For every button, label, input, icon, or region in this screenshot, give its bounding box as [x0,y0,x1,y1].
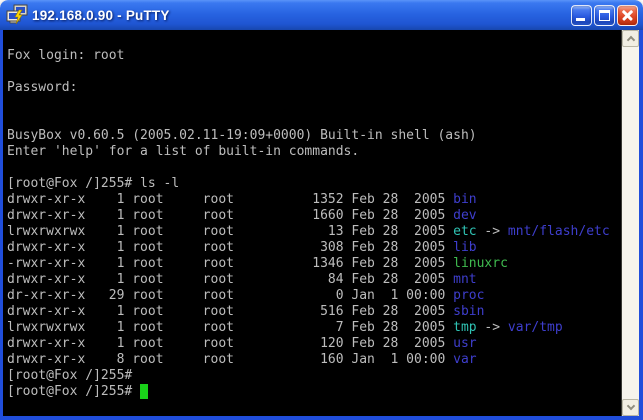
terminal-line: drwxr-xr-x 1 root root 1660 Feb 28 2005 … [7,208,621,224]
terminal-line: Enter 'help' for a list of built-in comm… [7,144,621,160]
terminal-line: drwxr-xr-x 1 root root 308 Feb 28 2005 l… [7,240,621,256]
terminal-text: dr-xr-xr-x 29 root root 0 Jan 1 00:00 [7,288,453,303]
scroll-up-button[interactable] [622,30,639,47]
chevron-up-icon [627,36,635,44]
terminal-line: dr-xr-xr-x 29 root root 0 Jan 1 00:00 pr… [7,288,621,304]
window-title: 192.168.0.90 - PuTTY [32,8,571,23]
scroll-down-button[interactable] [622,399,639,416]
terminal-line [7,112,621,128]
putty-window: 192.168.0.90 - PuTTY Fox login: root Pass… [0,0,643,420]
terminal-line: BusyBox v0.60.5 (2005.02.11-19:09+0000) … [7,128,621,144]
terminal-line: drwxr-xr-x 1 root root 516 Feb 28 2005 s… [7,304,621,320]
minimize-button[interactable] [571,5,592,26]
terminal-text: tmp [453,320,476,335]
terminal-text: -rwxr-xr-x 1 root root 1346 Feb 28 2005 [7,256,453,271]
terminal-line: drwxr-xr-x 1 root root 1352 Feb 28 2005 … [7,192,621,208]
chevron-down-icon [627,402,635,410]
window-controls [571,5,638,26]
terminal-line: lrwxrwxrwx 1 root root 7 Feb 28 2005 tmp… [7,320,621,336]
terminal-text: Enter 'help' for a list of built-in comm… [7,144,359,159]
terminal-line [7,64,621,80]
terminal-text: [root@Fox /]255# [7,384,140,399]
putty-app-icon[interactable] [6,4,28,26]
terminal-line: -rwxr-xr-x 1 root root 1346 Feb 28 2005 … [7,256,621,272]
terminal-line: drwxr-xr-x 1 root root 84 Feb 28 2005 mn… [7,272,621,288]
minimize-icon [576,18,585,21]
terminal-text: mnt [453,272,476,287]
terminal-screen[interactable]: Fox login: root Password: BusyBox v0.60.5 … [3,30,621,416]
terminal-text: usr [453,336,476,351]
terminal-text: drwxr-xr-x 1 root root 1660 Feb 28 2005 [7,208,453,223]
terminal-text: var/tmp [508,320,563,335]
maximize-button[interactable] [594,5,615,26]
close-icon [618,6,637,25]
terminal-text: lib [453,240,476,255]
terminal-text: proc [453,288,484,303]
terminal-text: [root@Fox /]255# [7,368,132,383]
terminal-line: Password: [7,80,621,96]
terminal-text: bin [453,192,476,207]
terminal-line: drwxr-xr-x 8 root root 160 Jan 1 00:00 v… [7,352,621,368]
terminal-line: lrwxrwxrwx 1 root root 13 Feb 28 2005 et… [7,224,621,240]
terminal-text: drwxr-xr-x 1 root root 120 Feb 28 2005 [7,336,453,351]
terminal-text: lrwxrwxrwx 1 root root 13 Feb 28 2005 [7,224,453,239]
terminal-text: mnt/flash/etc [508,224,610,239]
terminal-text: drwxr-xr-x 8 root root 160 Jan 1 00:00 [7,352,453,367]
terminal-text: var [453,352,476,367]
terminal-text: drwxr-xr-x 1 root root 84 Feb 28 2005 [7,272,453,287]
terminal-line [7,96,621,112]
terminal-text: Fox login: root [7,48,124,63]
window-body: Fox login: root Password: BusyBox v0.60.5 … [0,30,643,420]
scrollbar[interactable] [621,30,639,416]
terminal-line [7,400,621,416]
terminal-text: Password: [7,80,77,95]
terminal-text: -> [477,224,508,239]
terminal-text: drwxr-xr-x 1 root root 1352 Feb 28 2005 [7,192,453,207]
terminal-text: sbin [453,304,484,319]
terminal-text: linuxrc [453,256,508,271]
terminal-text: drwxr-xr-x 1 root root 308 Feb 28 2005 [7,240,453,255]
close-button[interactable] [617,5,638,26]
terminal-text: dev [453,208,476,223]
terminal-text: etc [453,224,476,239]
titlebar[interactable]: 192.168.0.90 - PuTTY [0,0,643,30]
terminal-line: drwxr-xr-x 1 root root 120 Feb 28 2005 u… [7,336,621,352]
terminal-text: drwxr-xr-x 1 root root 516 Feb 28 2005 [7,304,453,319]
terminal-text: lrwxrwxrwx 1 root root 7 Feb 28 2005 [7,320,453,335]
terminal-line [7,32,621,48]
terminal-text: BusyBox v0.60.5 (2005.02.11-19:09+0000) … [7,128,477,143]
terminal-line: Fox login: root [7,48,621,64]
terminal-line: [root@Fox /]255# [7,384,621,400]
terminal-line [7,160,621,176]
scrollbar-track[interactable] [622,47,639,399]
maximize-icon [599,10,610,21]
terminal-line: [root@Fox /]255# ls -l [7,176,621,192]
terminal-text: [root@Fox /]255# ls -l [7,176,179,191]
terminal-cursor [140,384,148,399]
terminal-text: -> [477,320,508,335]
terminal-line: [root@Fox /]255# [7,368,621,384]
